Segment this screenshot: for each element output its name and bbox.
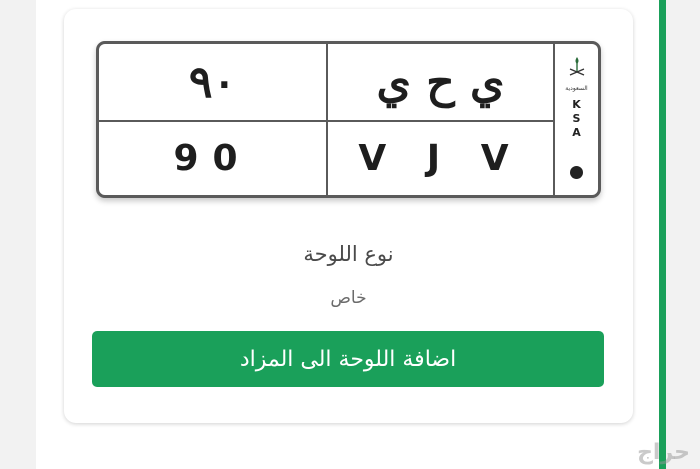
haraj-watermark: حراج [637, 440, 690, 465]
emblem-caption: السعودية [565, 85, 588, 92]
plate-type-value: خاص [330, 288, 367, 308]
country-letter-s: S [572, 112, 581, 125]
country-letter-a: A [572, 126, 581, 139]
plate-english-numbers: 90 [173, 138, 252, 179]
plate-dot-icon [570, 166, 583, 179]
country-letter-k: K [572, 98, 581, 111]
green-side-rule [659, 0, 666, 469]
plate-type-label: نوع اللوحة [303, 242, 394, 266]
plate-english-letters: V J V [358, 138, 523, 179]
plate-arabic-letters: ي ح ي [376, 56, 505, 108]
plate-arabic-numbers: ٩٠ [188, 56, 237, 108]
plate-ksa-strip: السعودية K S A [555, 44, 598, 195]
saudi-emblem-icon [568, 56, 586, 84]
license-plate: ٩٠ ي ح ي 90 V J V السعودية K S A [96, 41, 601, 198]
add-to-auction-button[interactable]: اضافة اللوحة الى المزاد [92, 331, 604, 387]
